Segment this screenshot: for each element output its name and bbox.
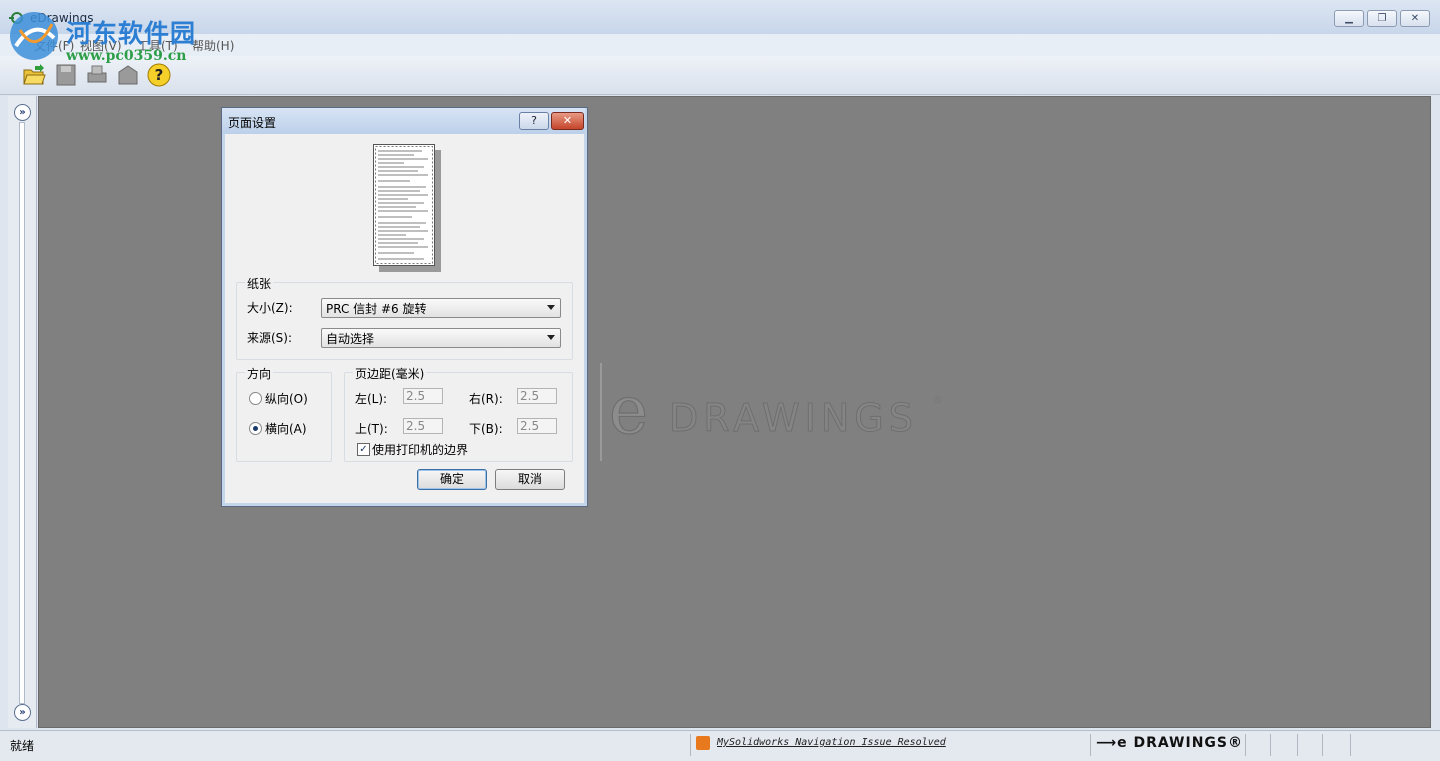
margin-right-label: 右(R): xyxy=(469,392,503,406)
margin-right-input[interactable]: 2.5 xyxy=(517,388,557,404)
page-setup-dialog: 页面设置 ? ✕ 纸张 大小(Z): PRC 信封 #6 旋转 来源(S): 自… xyxy=(221,107,588,507)
landscape-radio[interactable] xyxy=(249,422,262,435)
statusbar-brand-logo: ⟶e DRAWINGS® xyxy=(1096,735,1243,751)
restore-button[interactable]: ❐ xyxy=(1367,10,1397,27)
minimize-icon: ▁ xyxy=(1345,13,1353,24)
dropdown-arrow-icon xyxy=(547,335,555,340)
paper-source-select[interactable]: 自动选择 xyxy=(321,328,561,348)
toolbar: ? xyxy=(0,56,1440,95)
page-preview-lines xyxy=(375,146,433,264)
use-printer-margins-label[interactable]: 使用打印机的边界 xyxy=(372,441,468,458)
paper-group-label: 纸张 xyxy=(245,275,274,292)
watermark: 河东软件园 www.pc0359.cn xyxy=(6,8,216,68)
portrait-label[interactable]: 纵向(O) xyxy=(265,390,308,407)
paper-size-value: PRC 信封 #6 旋转 xyxy=(326,302,427,316)
logo-registered: ® xyxy=(933,395,943,406)
panel-splitter[interactable] xyxy=(19,122,25,704)
menu-bar: 文件(F) 视图(V) 工具(T) 帮助(H) xyxy=(0,34,1440,56)
close-window-button[interactable]: ✕ xyxy=(1400,10,1430,27)
use-printer-margins-checkbox[interactable]: ✓ xyxy=(357,443,370,456)
landscape-label[interactable]: 横向(A) xyxy=(265,420,307,437)
status-divider xyxy=(1245,734,1246,756)
expand-panel-bottom-button[interactable]: » xyxy=(14,704,31,721)
double-chevron-right-icon: » xyxy=(19,707,26,718)
dialog-title-bar[interactable]: 页面设置 ? ✕ xyxy=(222,108,585,134)
dialog-close-button[interactable]: ✕ xyxy=(551,112,584,130)
title-bar: eDrawings ▁ ❐ ✕ xyxy=(0,0,1440,35)
orientation-group-label: 方向 xyxy=(245,365,274,382)
status-bar: 就绪 MySolidworks Navigation Issue Resolve… xyxy=(0,730,1440,761)
paper-group: 纸张 大小(Z): PRC 信封 #6 旋转 来源(S): 自动选择 xyxy=(236,275,573,360)
dropdown-arrow-icon xyxy=(547,305,555,310)
close-icon: ✕ xyxy=(1410,13,1420,24)
page-preview xyxy=(373,144,435,266)
cancel-button[interactable]: 取消 xyxy=(495,469,565,490)
status-divider xyxy=(690,734,691,756)
dialog-help-button[interactable]: ? xyxy=(519,112,549,130)
status-divider xyxy=(1350,734,1351,756)
logo-e: e xyxy=(609,372,648,449)
statusbar-brand-text: DRAWINGS® xyxy=(1133,735,1244,751)
rss-icon[interactable] xyxy=(696,736,710,750)
svg-text:?: ? xyxy=(155,66,164,84)
paper-source-value: 自动选择 xyxy=(326,332,375,346)
statusbar-brand-arrow: ⟶e xyxy=(1096,735,1128,751)
status-text: 就绪 xyxy=(10,739,35,753)
logo-text: DRAWINGS xyxy=(669,396,918,440)
news-link[interactable]: MySolidworks Navigation Issue Resolved xyxy=(717,737,946,748)
status-divider xyxy=(1090,734,1091,756)
margin-left-label: 左(L): xyxy=(355,392,388,406)
margins-group: 页边距(毫米) 左(L): 2.5 右(R): 2.5 上(T): 2.5 下(… xyxy=(344,365,573,462)
portrait-radio[interactable] xyxy=(249,392,262,405)
double-chevron-right-icon: » xyxy=(19,107,26,118)
margin-top-label: 上(T): xyxy=(355,422,388,436)
status-divider xyxy=(1270,734,1271,756)
status-divider xyxy=(1322,734,1323,756)
margin-bottom-input[interactable]: 2.5 xyxy=(517,418,557,434)
paper-size-select[interactable]: PRC 信封 #6 旋转 xyxy=(321,298,561,318)
status-divider xyxy=(1297,734,1298,756)
minimize-button[interactable]: ▁ xyxy=(1334,10,1364,27)
margin-top-input[interactable]: 2.5 xyxy=(403,418,443,434)
restore-icon: ❐ xyxy=(1377,13,1387,24)
dialog-title: 页面设置 xyxy=(228,116,277,130)
left-panel: » » xyxy=(8,96,37,728)
expand-panel-top-button[interactable]: » xyxy=(14,104,31,121)
margins-group-label: 页边距(毫米) xyxy=(353,365,427,382)
edrawings-background-logo: e DRAWINGS ® xyxy=(600,363,943,461)
watermark-site-url: www.pc0359.cn xyxy=(66,48,187,64)
paper-source-label: 来源(S): xyxy=(247,331,293,345)
ok-button[interactable]: 确定 xyxy=(417,469,487,490)
watermark-logo-icon xyxy=(10,12,58,60)
margin-bottom-label: 下(B): xyxy=(469,422,503,436)
orientation-group: 方向 纵向(O) 横向(A) xyxy=(236,365,332,462)
paper-size-label: 大小(Z): xyxy=(247,301,293,315)
watermark-site-name: 河东软件园 xyxy=(66,19,197,48)
margin-left-input[interactable]: 2.5 xyxy=(403,388,443,404)
